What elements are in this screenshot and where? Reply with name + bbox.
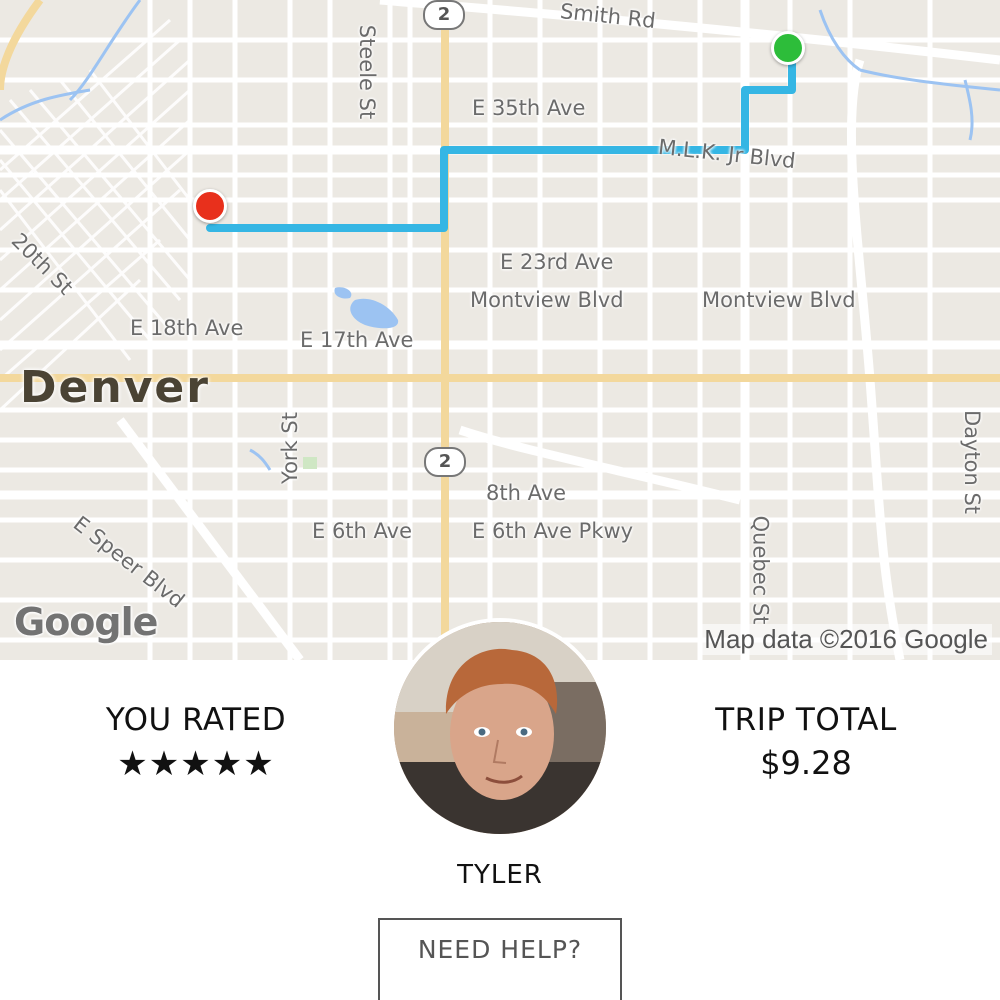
- trip-summary-panel: YOU RATED ★★★★★ TRIP TOTAL $9.28 TYLER N…: [0, 618, 1000, 1000]
- street-label-york-st: York St: [277, 412, 302, 484]
- street-label-8th-ave: 8th Ave: [486, 481, 567, 505]
- trip-total-block: TRIP TOTAL $9.28: [656, 702, 956, 782]
- map-attribution[interactable]: Map data ©2016 Google: [700, 624, 992, 655]
- street-label-montview-blvd-east: Montview Blvd: [702, 288, 856, 312]
- street-label-e-6th-ave-pkwy: E 6th Ave Pkwy: [472, 519, 634, 543]
- trip-total-value: $9.28: [760, 744, 852, 782]
- need-help-button[interactable]: NEED HELP?: [378, 918, 622, 1000]
- driver-photo: [394, 622, 606, 834]
- street-label-montview-blvd: Montview Blvd: [470, 288, 624, 312]
- google-logo: Google: [14, 600, 158, 644]
- rating-stars: ★★★★★: [117, 744, 275, 784]
- street-label-e-17th-ave: E 17th Ave: [300, 328, 414, 352]
- street-label-e-6th-ave: E 6th Ave: [312, 519, 413, 543]
- driver-name: TYLER: [457, 860, 543, 890]
- trip-total-label: TRIP TOTAL: [715, 702, 897, 738]
- driver-avatar: [390, 618, 610, 838]
- street-label-steele-st: Steele St: [355, 24, 380, 120]
- street-label-dayton-st: Dayton St: [960, 409, 985, 515]
- street-label-e-18th-ave: E 18th Ave: [130, 316, 244, 340]
- street-label-e-23rd-ave: E 23rd Ave: [500, 250, 614, 274]
- highway-shield-icon: 2: [424, 447, 466, 477]
- dropoff-pin-icon: [193, 189, 227, 223]
- street-label-e-35th-ave: E 35th Ave: [472, 96, 586, 120]
- trip-route-map[interactable]: Smith Rd Steele St E 35th Ave M.L.K. Jr …: [0, 0, 1000, 660]
- street-label-quebec-st: Quebec St: [748, 515, 773, 625]
- pickup-pin-icon: [771, 31, 805, 65]
- highway-shield-icon: 2: [423, 0, 465, 30]
- rated-label: YOU RATED: [105, 702, 287, 738]
- city-label-denver: Denver: [20, 362, 210, 413]
- rating-block: YOU RATED ★★★★★: [46, 702, 346, 784]
